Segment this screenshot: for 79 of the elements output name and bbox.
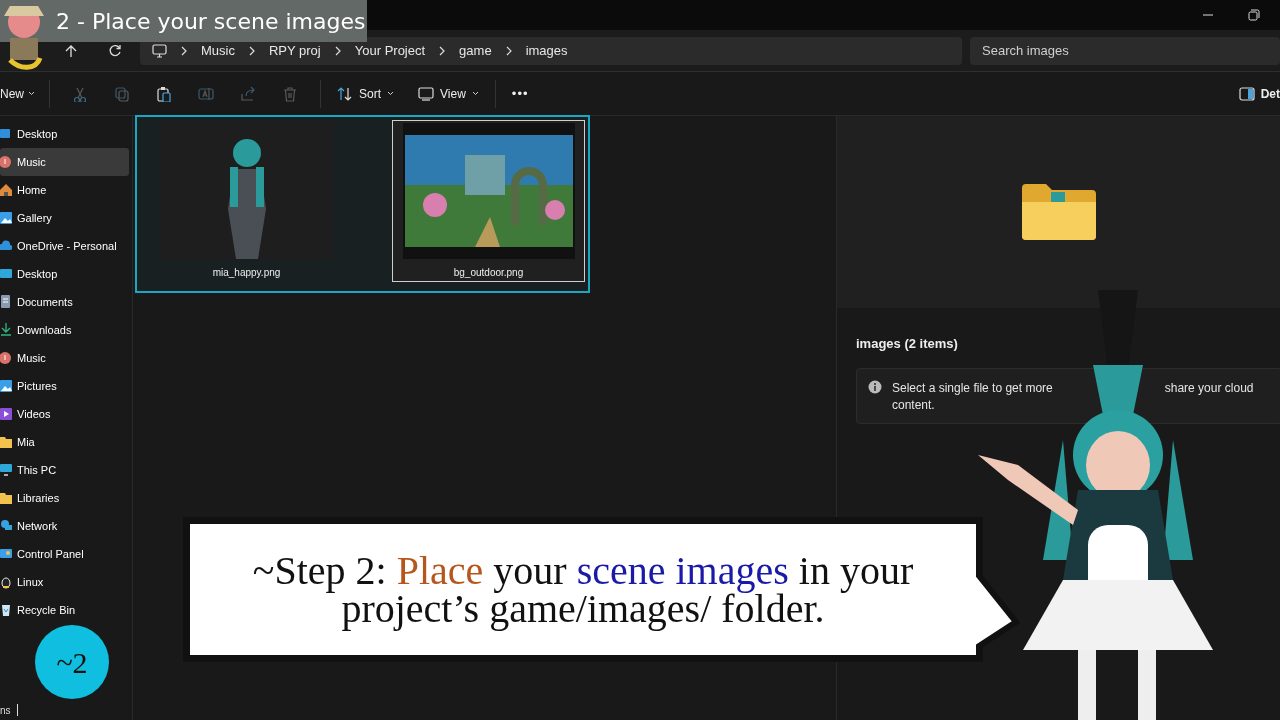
cloud-icon xyxy=(0,239,12,253)
sidebar-item[interactable]: Music xyxy=(0,344,129,372)
sidebar-item[interactable]: Control Panel xyxy=(0,540,129,568)
sidebar-item[interactable]: Documents xyxy=(0,288,129,316)
caret-icon xyxy=(471,91,479,96)
sidebar-item[interactable]: Desktop xyxy=(0,120,129,148)
rename-icon[interactable] xyxy=(198,85,214,102)
details-button[interactable]: Det xyxy=(1238,78,1280,109)
info-text: share your cloud xyxy=(1164,379,1254,397)
sidebar-item[interactable]: Linux xyxy=(0,568,129,596)
address-bar[interactable]: Music RPY proj Your Project game images xyxy=(140,36,962,65)
chevron-right-icon xyxy=(505,45,512,56)
control-panel-icon xyxy=(0,547,12,561)
new-button[interactable]: New xyxy=(0,78,35,109)
paste-icon[interactable] xyxy=(156,85,172,102)
more-options-button[interactable]: ••• xyxy=(511,83,529,104)
sidebar-item[interactable]: Network xyxy=(0,512,129,540)
step-badge: ~2 xyxy=(35,625,109,699)
cut-icon[interactable] xyxy=(72,85,88,102)
sort-button[interactable]: Sort xyxy=(337,78,395,109)
chevron-right-icon xyxy=(248,45,255,56)
share-icon[interactable] xyxy=(240,85,256,102)
caret-icon xyxy=(387,91,395,96)
monitor-icon xyxy=(0,127,12,141)
network-icon xyxy=(0,519,12,533)
view-button[interactable]: View xyxy=(418,78,479,109)
copy-icon[interactable] xyxy=(114,85,130,102)
download-arrow-icon xyxy=(0,323,12,337)
sidebar-item[interactable]: Mia xyxy=(0,428,129,456)
breadcrumb-link[interactable]: RPY proj xyxy=(268,40,321,61)
breadcrumb-link[interactable]: game xyxy=(459,40,492,61)
details-title: images (2 items) xyxy=(856,335,959,353)
sidebar-item[interactable]: Videos xyxy=(0,400,129,428)
sidebar-item[interactable]: OneDrive - Personal xyxy=(0,232,129,260)
document-icon xyxy=(0,295,12,309)
folder-icon xyxy=(0,435,12,449)
breadcrumb-link[interactable]: images xyxy=(525,40,568,61)
info-icon xyxy=(868,379,882,394)
sidebar-item[interactable]: Desktop xyxy=(0,260,129,288)
chevron-right-icon xyxy=(439,45,446,56)
restore-icon[interactable] xyxy=(1248,9,1260,21)
trash-icon[interactable] xyxy=(282,85,298,102)
sidebar-item[interactable]: Gallery xyxy=(0,204,129,232)
caret-icon xyxy=(28,91,35,96)
breadcrumb-link[interactable]: Your Project xyxy=(354,40,426,61)
monitor-icon xyxy=(0,267,12,281)
search-field[interactable]: Search images xyxy=(970,36,1280,65)
monitor-icon xyxy=(0,463,12,477)
overlay-title: 2 - Place your scene images xyxy=(56,7,366,36)
sort-arrows-icon xyxy=(337,85,353,102)
info-text: Select a single file to get more xyxy=(892,379,1053,397)
folder-icon xyxy=(1020,182,1097,242)
video-icon xyxy=(0,407,12,421)
breadcrumb-link[interactable]: Music xyxy=(201,40,235,61)
details-pane-icon xyxy=(1238,86,1255,101)
info-text: content. xyxy=(892,396,936,414)
file-name: bg_outdoor.png xyxy=(453,266,524,280)
status-text: ns xyxy=(0,703,11,718)
sidebar-item[interactable]: Pictures xyxy=(0,372,129,400)
sidebar-item[interactable]: Music xyxy=(0,148,129,176)
up-arrow-icon[interactable] xyxy=(64,43,78,58)
monitor-icon xyxy=(418,85,435,102)
sidebar-item[interactable]: Downloads xyxy=(0,316,129,344)
recycle-bin-icon xyxy=(0,603,12,617)
monitor-icon xyxy=(152,43,167,58)
sidebar-item[interactable]: Home xyxy=(0,176,129,204)
file-name: mia_happy.png xyxy=(212,266,281,280)
refresh-icon[interactable] xyxy=(108,43,122,58)
image-icon xyxy=(0,211,12,225)
folder-icon xyxy=(0,491,12,505)
chevron-right-icon xyxy=(334,45,341,56)
sidebar-item[interactable]: This PC xyxy=(0,456,129,484)
chevron-right-icon xyxy=(181,45,187,56)
sidebar-item[interactable]: Libraries xyxy=(0,484,129,512)
file-tile[interactable]: bg_outdoor.png xyxy=(392,120,585,282)
image-icon xyxy=(0,379,12,393)
house-icon xyxy=(0,183,12,197)
file-tile[interactable]: mia_happy.png xyxy=(150,120,343,282)
sidebar-item[interactable]: Recycle Bin xyxy=(0,596,129,624)
